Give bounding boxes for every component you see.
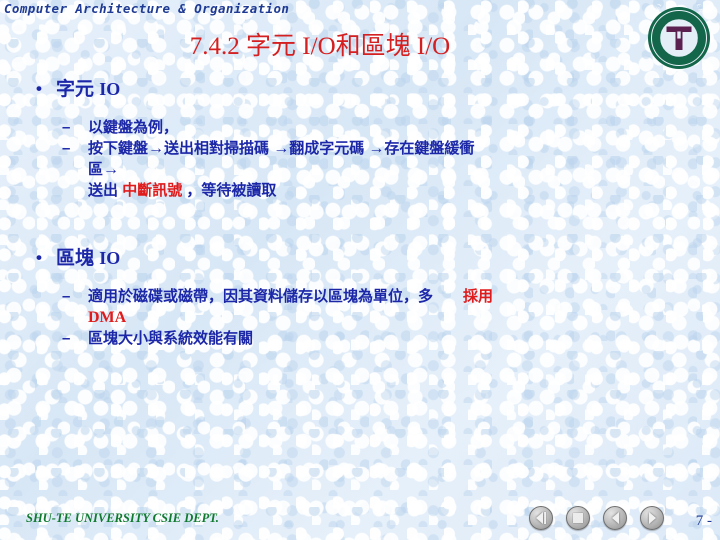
flow-step-1: 按下鍵盤	[88, 140, 149, 157]
bullet-level1-block-io: • 區塊 IO	[0, 245, 720, 272]
flow-continuation-line-1: 區→	[0, 159, 720, 180]
arrow-icon: →	[148, 140, 165, 157]
highlight-dma: DMA	[88, 309, 127, 326]
stop-button[interactable]	[566, 506, 590, 530]
page-number: 7 -	[695, 513, 712, 529]
heading-latin: IO	[99, 79, 121, 99]
block-size-text: 區塊大小與系統效能有關	[88, 330, 254, 347]
previous-slide-button[interactable]	[529, 506, 553, 530]
footer-organization: SHU-TE UNIVERSITY CSIE DEPT.	[26, 511, 219, 525]
square-icon	[573, 513, 583, 523]
sub-bullet-block-storage: – 適用於磁碟或磁帶，因其資料儲存以區塊為單位，多 採用	[0, 286, 720, 307]
dash-glyph: –	[62, 330, 71, 347]
back-button[interactable]	[603, 506, 627, 530]
course-header: Computer Architecture & Organization	[4, 1, 290, 16]
bullet-level1-character-io: • 字元 IO	[0, 76, 720, 103]
block-storage-text: 適用於磁碟或磁帶，因其資料儲存以區塊為單位，多	[88, 288, 434, 305]
flow-step-5: 區	[88, 161, 104, 178]
flow-step-6: 送出	[88, 182, 119, 199]
bullet-glyph: •	[36, 79, 42, 98]
triangle-right-icon	[648, 512, 656, 524]
flow-step-4: 存在鍵盤緩衝	[384, 140, 475, 157]
arrow-icon: →	[368, 140, 385, 157]
highlight-adopt: 採用	[463, 288, 494, 305]
slide-body: • 字元 IO – 以鍵盤為例， – 按下鍵盤→送出相對掃描碼 →翻成字元碼 →…	[0, 76, 720, 349]
dash-glyph: –	[62, 288, 71, 305]
page-title: 7.4.2 字元 I/O和區塊 I/O	[189, 33, 451, 60]
sub-bullet-block-size: – 區塊大小與系統效能有關	[0, 328, 720, 349]
heading-latin: IO	[99, 248, 121, 268]
block-storage-continuation: DMA	[0, 307, 720, 328]
sub-bullet-keyboard-example: – 以鍵盤為例，	[0, 117, 720, 138]
sub-bullet-text: 以鍵盤為例，	[88, 119, 179, 136]
slide-canvas: Computer Architecture & Organization 7.4…	[0, 0, 720, 540]
play-left-bar-icon	[535, 512, 543, 524]
forward-button[interactable]	[640, 506, 664, 530]
shu-te-university-seal: SHU-TE UNIVERSITY	[642, 0, 713, 72]
navigation-bar	[529, 506, 664, 530]
flow-continuation-line-2: 送出 中斷訊號 ，等待被讀取	[0, 180, 720, 201]
flow-step-2: 送出相對掃描碼	[164, 140, 270, 157]
heading-cjk: 區塊	[56, 248, 95, 269]
flow-step-3: 翻成字元碼	[289, 140, 365, 157]
heading-cjk: 字元	[56, 79, 95, 100]
triangle-left-icon	[611, 512, 619, 524]
dash-glyph: –	[62, 119, 71, 136]
arrow-icon: →	[103, 161, 120, 178]
arrow-icon: →	[273, 140, 290, 157]
highlight-interrupt-signal: 中斷訊號	[122, 182, 183, 199]
seal-icon: SHU-TE UNIVERSITY	[642, 0, 710, 69]
sub-bullet-keyboard-flow: – 按下鍵盤→送出相對掃描碼 →翻成字元碼 →存在鍵盤緩衝	[0, 138, 720, 159]
dash-glyph: –	[62, 140, 71, 157]
bar-icon	[543, 512, 547, 524]
bullet-glyph: •	[36, 248, 42, 267]
flow-step-7: ，等待被讀取	[186, 182, 277, 199]
